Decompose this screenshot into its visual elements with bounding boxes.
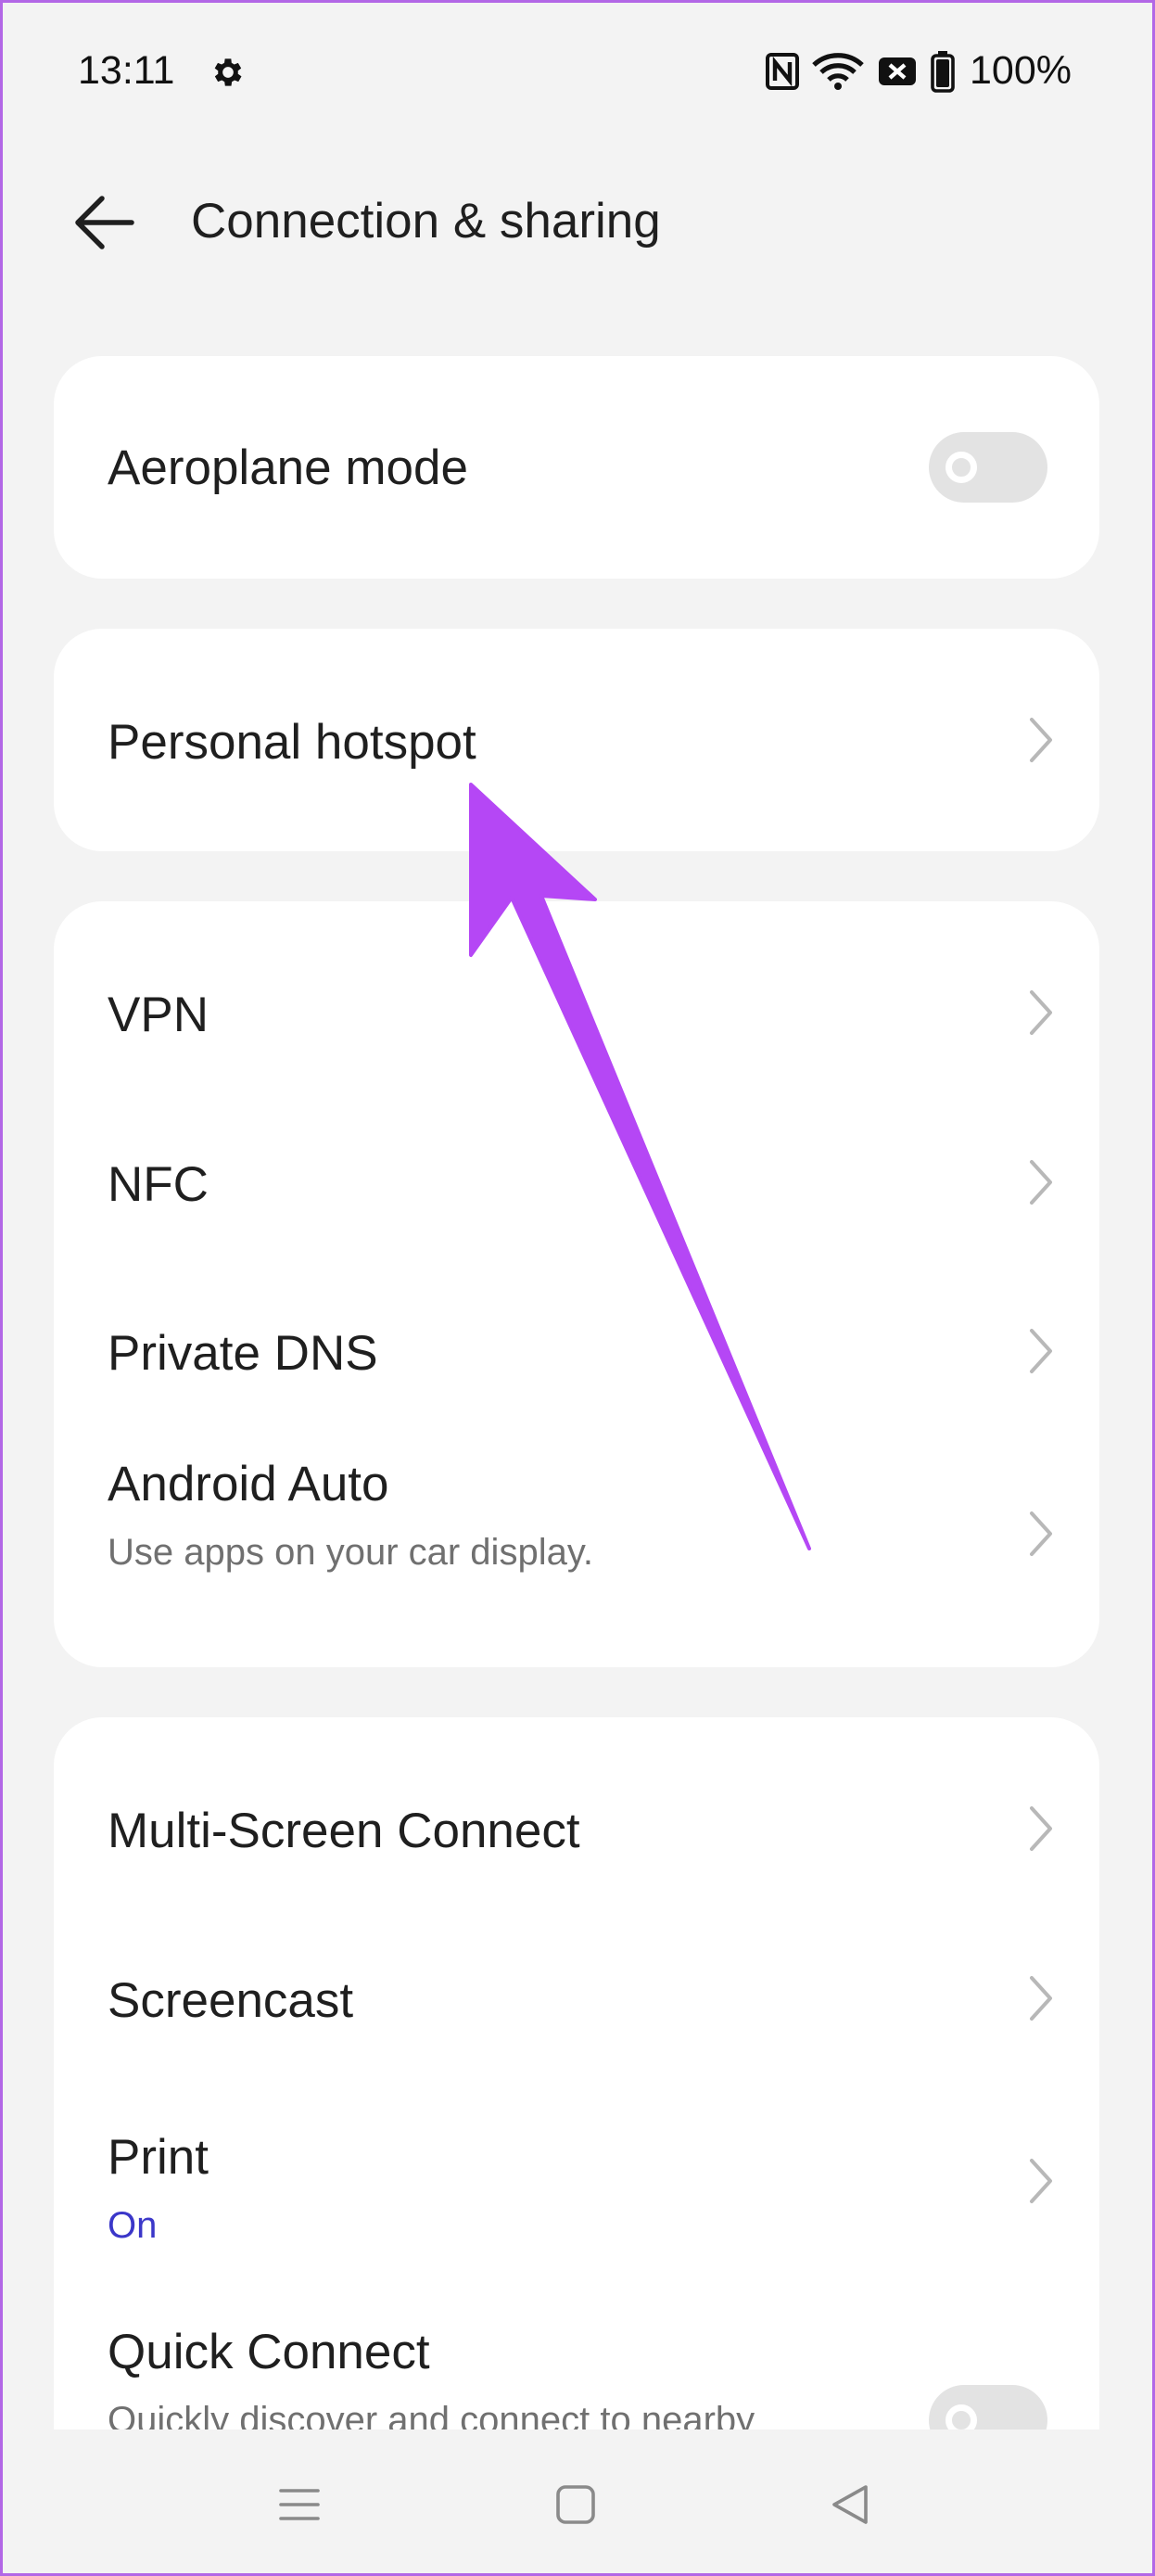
vpn-label: VPN: [108, 988, 209, 1042]
personal-hotspot-label: Personal hotspot: [108, 715, 476, 770]
quick-connect-label: Quick Connect: [108, 2325, 430, 2379]
android-auto-row[interactable]: Android Auto Use apps on your car displa…: [54, 1408, 1099, 1667]
airplane-mode-card: Aeroplane mode: [54, 356, 1099, 579]
back-icon: [832, 2485, 868, 2524]
print-row[interactable]: Print On: [54, 2055, 1099, 2263]
airplane-mode-toggle[interactable]: [929, 432, 1047, 503]
android-auto-subtitle: Use apps on your car display.: [108, 1532, 593, 1573]
personal-hotspot-row[interactable]: Personal hotspot: [54, 629, 1099, 851]
private-dns-label: Private DNS: [108, 1326, 378, 1381]
chevron-right-icon: [1030, 1329, 1052, 1373]
nfc-label: NFC: [108, 1157, 209, 1212]
screencast-label: Screencast: [108, 1973, 354, 2028]
nfc-row[interactable]: NFC: [54, 1070, 1099, 1239]
chevron-right-icon: [1030, 990, 1052, 1035]
print-label: Print: [108, 2130, 209, 2185]
vpn-row[interactable]: VPN: [54, 901, 1099, 1070]
toggle-knob: [946, 452, 977, 483]
navigation-bar: [0, 2429, 1155, 2576]
home-button[interactable]: [543, 2472, 608, 2537]
multi-screen-connect-label: Multi-Screen Connect: [108, 1804, 580, 1858]
quick-connect-subtitle: Quickly discover and connect to nearby: [108, 2400, 755, 2429]
chevron-right-icon: [1030, 1511, 1052, 1556]
home-icon: [556, 2485, 595, 2524]
print-status: On: [108, 2205, 158, 2246]
airplane-mode-label: Aeroplane mode: [108, 440, 468, 495]
back-button[interactable]: [818, 2472, 882, 2537]
personal-hotspot-card: Personal hotspot: [54, 629, 1099, 851]
android-auto-label: Android Auto: [108, 1457, 389, 1511]
toggle-knob: [946, 2404, 977, 2429]
chevron-right-icon: [1030, 1806, 1052, 1851]
chevron-right-icon: [1030, 1160, 1052, 1205]
chevron-right-icon: [1030, 2159, 1052, 2203]
scroll-content: Aeroplane mode Personal hotspot VPN NFC …: [0, 0, 1155, 2429]
quick-connect-row[interactable]: Quick Connect Quickly discover and conne…: [54, 2263, 1099, 2429]
chevron-right-icon: [1030, 1976, 1052, 2021]
menu-button[interactable]: [267, 2472, 332, 2537]
airplane-mode-row[interactable]: Aeroplane mode: [54, 356, 1099, 579]
quick-connect-toggle[interactable]: [929, 2385, 1047, 2429]
multi-screen-connect-row[interactable]: Multi-Screen Connect: [54, 1717, 1099, 1886]
devices-card: Multi-Screen Connect Screencast Print On…: [54, 1717, 1099, 2429]
menu-icon: [279, 2489, 320, 2520]
screencast-row[interactable]: Screencast: [54, 1886, 1099, 2055]
chevron-right-icon: [1030, 718, 1052, 762]
network-card: VPN NFC Private DNS Android Auto Use app…: [54, 901, 1099, 1667]
private-dns-row[interactable]: Private DNS: [54, 1239, 1099, 1408]
